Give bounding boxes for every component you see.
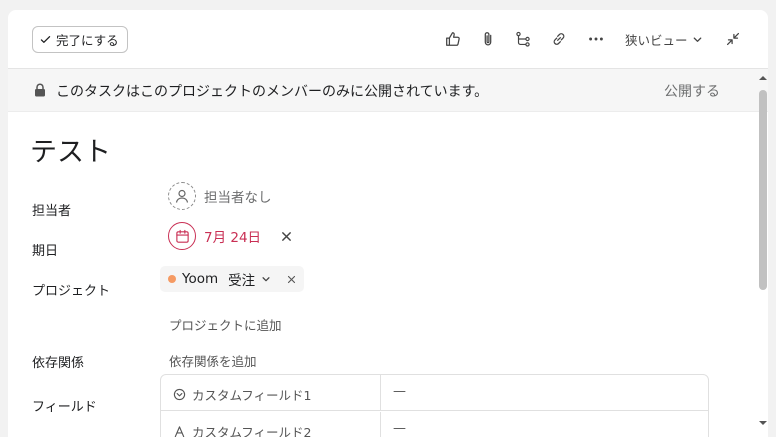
custom-field-name: カスタムフィールド2 xyxy=(173,422,311,437)
custom-field-row[interactable]: カスタムフィールド1 — xyxy=(161,375,708,411)
project-section: 受注 xyxy=(228,273,256,289)
copy-link-button[interactable] xyxy=(548,28,570,50)
task-toolbar: 完了にする 狭いビュー xyxy=(8,10,768,68)
close-icon xyxy=(288,275,296,283)
custom-field-value[interactable]: — xyxy=(393,421,406,436)
calendar-badge xyxy=(168,222,196,250)
text-a-icon xyxy=(174,426,185,437)
task-detail-panel: 完了にする 狭いビュー このタスクはこのプロジェクトのメンバーのみに公開されてい… xyxy=(8,10,768,437)
chevron-down-icon xyxy=(262,277,270,282)
link-icon xyxy=(553,33,565,45)
task-title[interactable]: テスト xyxy=(30,130,111,169)
scroll-up-arrow-icon[interactable] xyxy=(759,74,767,82)
custom-field-label: カスタムフィールド2 xyxy=(192,425,312,437)
attach-button[interactable] xyxy=(477,28,499,50)
custom-field-value[interactable]: — xyxy=(393,384,406,399)
scrollbar-thumb[interactable] xyxy=(759,90,767,290)
assignee-label: 担当者 xyxy=(32,204,72,219)
custom-field-name: カスタムフィールド1 xyxy=(173,385,311,404)
paperclip-icon xyxy=(484,32,492,46)
section-select-button[interactable] xyxy=(261,274,271,284)
like-button[interactable] xyxy=(442,28,464,50)
calendar-icon xyxy=(175,229,189,243)
assignee-value: 担当者なし xyxy=(204,190,272,206)
privacy-banner: このタスクはこのプロジェクトのメンバーのみに公開されています。 公開する xyxy=(8,68,768,112)
project-chip[interactable]: Yoom 受注 xyxy=(160,266,305,292)
add-to-project-button[interactable]: プロジェクトに追加 xyxy=(169,315,282,334)
column-divider xyxy=(380,412,381,437)
task-content: テスト 担当者 担当者なし 期日 7月 24日 プロジェクト Yoom 受注 プ… xyxy=(8,112,756,437)
custom-fields-label: フィールド xyxy=(32,400,97,415)
clear-due-date-button[interactable] xyxy=(279,229,293,243)
check-icon xyxy=(40,36,51,43)
project-label: プロジェクト xyxy=(32,284,111,299)
custom-field-label: カスタムフィールド1 xyxy=(192,388,312,403)
custom-fields-table: カスタムフィールド1 — カスタムフィールド2 — xyxy=(160,374,709,437)
collapse-panel-button[interactable] xyxy=(722,28,744,50)
subtask-button[interactable] xyxy=(512,28,534,50)
person-icon xyxy=(175,189,189,203)
more-dots-icon xyxy=(589,37,603,41)
due-date-label: 期日 xyxy=(32,244,59,259)
column-divider xyxy=(380,375,381,410)
assignee-field[interactable]: 担当者なし xyxy=(168,182,272,210)
make-public-button[interactable]: 公開する xyxy=(664,81,720,101)
custom-field-row[interactable]: カスタムフィールド2 — xyxy=(161,412,708,437)
close-icon xyxy=(281,231,291,241)
thumbs-up-icon xyxy=(446,32,460,46)
dependency-label: 依存関係 xyxy=(32,356,85,371)
subtask-icon xyxy=(516,31,530,47)
dropdown-circle-icon xyxy=(173,388,186,401)
chevron-down-icon xyxy=(693,36,701,42)
more-actions-button[interactable] xyxy=(585,28,607,50)
empty-avatar xyxy=(168,182,196,210)
collapse-arrows-icon xyxy=(726,32,740,46)
remove-project-button[interactable] xyxy=(287,275,296,284)
view-width-label: 狭いビュー xyxy=(625,32,688,48)
project-name: Yoom xyxy=(182,271,219,287)
lock-icon xyxy=(35,83,45,97)
due-date-field[interactable]: 7月 24日 xyxy=(168,222,293,250)
privacy-banner-text: このタスクはこのプロジェクトのメンバーのみに公開されています。 xyxy=(56,84,489,100)
scroll-down-arrow-icon[interactable] xyxy=(759,419,767,427)
mark-complete-label: 完了にする xyxy=(56,33,119,48)
project-color-dot xyxy=(168,275,176,283)
due-date-value: 7月 24日 xyxy=(204,230,262,246)
vertical-scrollbar[interactable] xyxy=(756,72,770,437)
mark-complete-button[interactable]: 完了にする xyxy=(32,26,128,53)
view-width-select[interactable]: 狭いビュー xyxy=(625,29,703,49)
add-dependency-button[interactable]: 依存関係を追加 xyxy=(169,351,257,370)
